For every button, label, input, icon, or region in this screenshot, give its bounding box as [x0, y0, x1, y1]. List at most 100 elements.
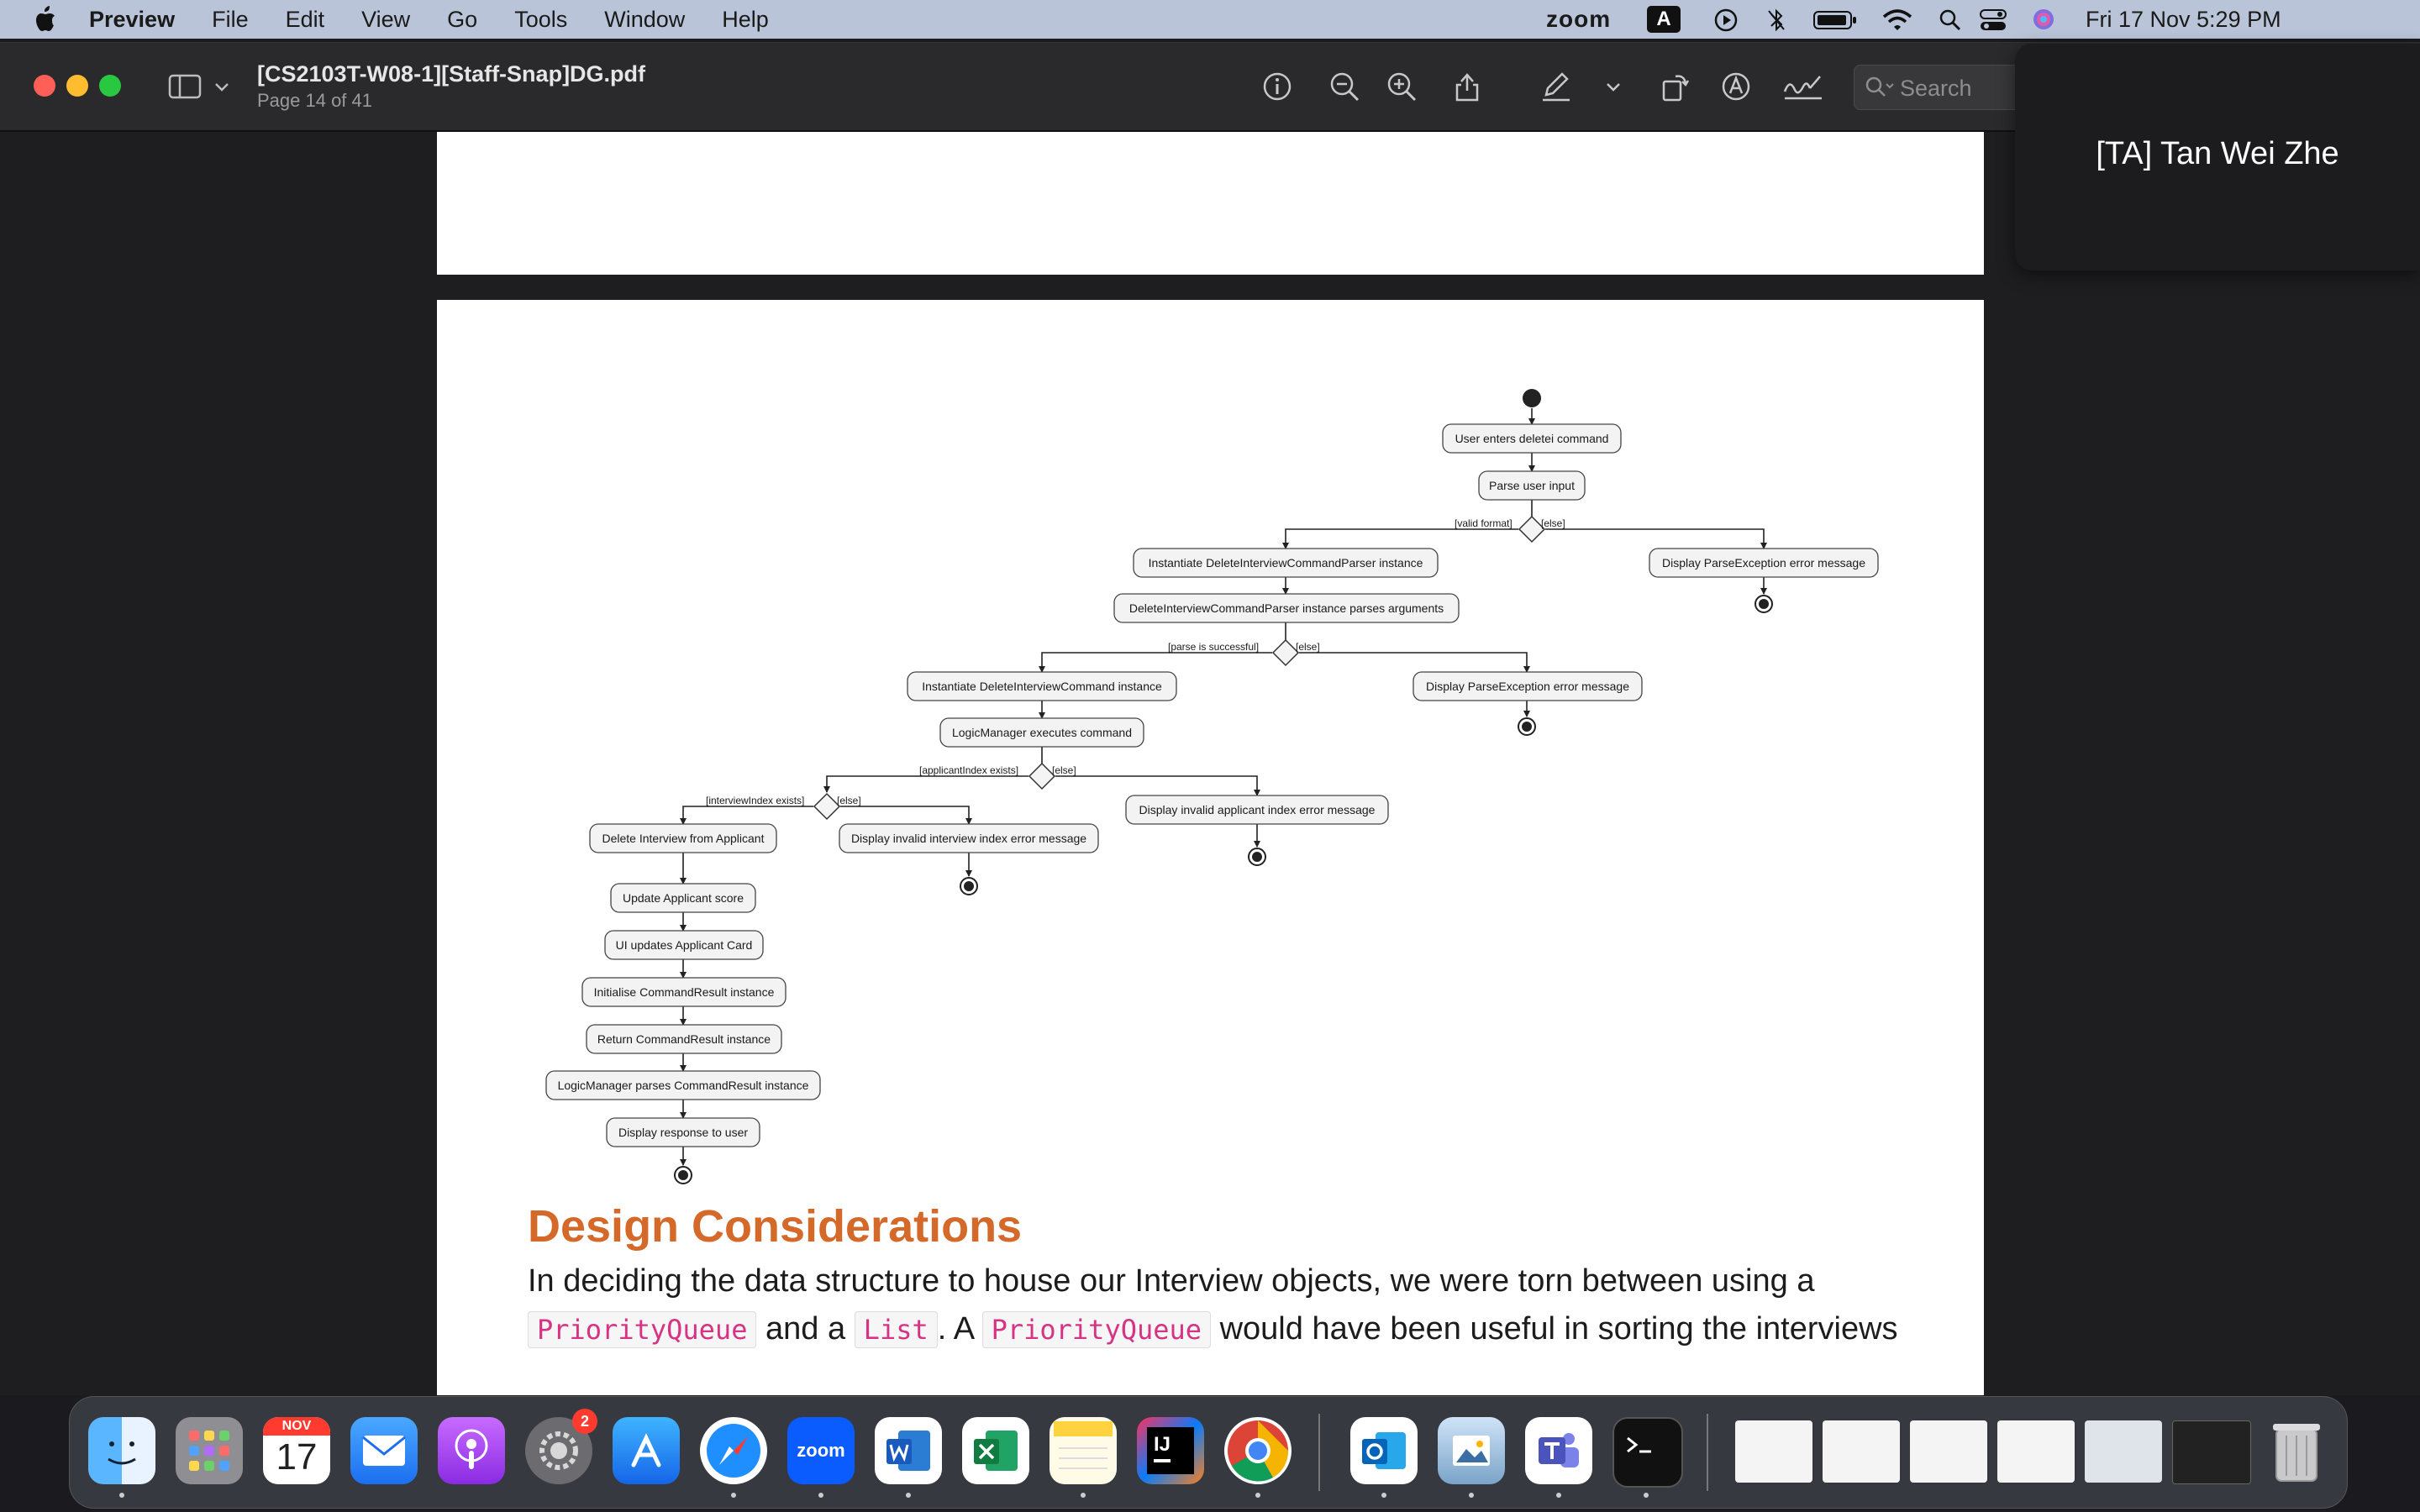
menu-app-preview[interactable]: Preview	[89, 7, 175, 33]
chrome-icon[interactable]	[1224, 1417, 1292, 1484]
spotlight-search-icon[interactable]	[1939, 9, 1961, 31]
node-label: Instantiate DeleteInterviewCommand insta…	[922, 680, 1162, 693]
decision-applicant-index	[1028, 762, 1056, 790]
system-settings-icon[interactable]: 2	[525, 1409, 597, 1484]
para-text: In deciding the data structure to house …	[528, 1263, 1815, 1299]
zoom-participant-overlay[interactable]: [TA] Tan Wei Zhe	[2015, 44, 2420, 270]
para-text: and a	[765, 1311, 846, 1347]
apple-icon[interactable]	[32, 5, 57, 34]
pdf-page-previous	[437, 132, 1984, 275]
menu-help[interactable]: Help	[722, 7, 769, 33]
intellij-glyph: IJ	[1147, 1427, 1194, 1474]
menu-go[interactable]: Go	[447, 7, 477, 33]
siri-icon[interactable]	[2032, 8, 2055, 31]
menubar-clock[interactable]: Fri 17 Nov 5:29 PM	[2086, 0, 2281, 39]
inline-code: PriorityQueue	[528, 1311, 757, 1348]
zoom-out-icon[interactable]	[1328, 70, 1361, 103]
guard-label: [parse is successful]	[1168, 641, 1259, 653]
page-indicator: Page 14 of 41	[257, 90, 373, 111]
guard-label: [valid format]	[1455, 517, 1512, 529]
launchpad-icon[interactable]	[176, 1417, 243, 1484]
guard-label: [else]	[837, 795, 861, 806]
share-icon[interactable]	[1450, 70, 1484, 103]
markup-menu-chevron-icon[interactable]	[1603, 70, 1623, 103]
guard-label: [else]	[1541, 517, 1565, 529]
signature-icon[interactable]	[1781, 70, 1825, 103]
calendar-icon[interactable]: NOV 17	[263, 1417, 330, 1484]
intellij-icon[interactable]: IJ	[1137, 1417, 1204, 1484]
svg-text:IJ: IJ	[1154, 1433, 1171, 1456]
chevron-down-icon[interactable]	[213, 70, 230, 103]
minimized-window-thumbnail[interactable]	[1997, 1420, 2075, 1483]
mail-icon[interactable]	[350, 1417, 418, 1484]
node-label: Update Applicant score	[623, 891, 744, 905]
excel-icon[interactable]	[962, 1417, 1029, 1484]
node-label: Display invalid interview index error me…	[851, 832, 1086, 845]
body-paragraph: In deciding the data structure to house …	[528, 1257, 1923, 1354]
minimized-window-thumbnail[interactable]	[1735, 1420, 1812, 1483]
node-label: DeleteInterviewCommandParser instance pa…	[1129, 601, 1444, 615]
node-label: Parse user input	[1489, 479, 1575, 492]
zoom-app-icon[interactable]: zoom	[787, 1417, 855, 1484]
app-store-icon[interactable]	[613, 1417, 680, 1484]
dock-divider	[1318, 1414, 1320, 1491]
node-label: Return CommandResult instance	[597, 1032, 771, 1046]
preview-app-icon[interactable]	[1438, 1417, 1505, 1484]
menu-edit[interactable]: Edit	[286, 7, 325, 33]
node-label: Delete Interview from Applicant	[602, 832, 765, 845]
control-center-icon[interactable]	[1980, 8, 2007, 33]
minimize-window-button[interactable]	[66, 75, 88, 97]
input-source-indicator[interactable]: A	[1647, 6, 1681, 33]
decision-parse-successful	[1271, 638, 1300, 667]
node-label: Initialise CommandResult instance	[594, 985, 775, 999]
wifi-icon[interactable]	[1882, 8, 1912, 32]
menu-bar: Preview File Edit View Go Tools Window H…	[0, 0, 2420, 39]
teams-icon[interactable]	[1525, 1417, 1592, 1484]
notes-icon[interactable]	[1050, 1417, 1117, 1484]
search-field[interactable]: Search	[1854, 65, 2023, 110]
word-icon[interactable]	[875, 1417, 942, 1484]
zoom-window-button[interactable]	[99, 75, 121, 97]
close-window-button[interactable]	[34, 75, 55, 97]
minimized-window-thumbnail[interactable]	[2085, 1420, 2162, 1483]
podcasts-icon[interactable]	[438, 1417, 505, 1484]
guard-label: [applicantIndex exists]	[919, 764, 1018, 776]
sidebar-toggle-icon[interactable]	[168, 70, 202, 103]
info-icon[interactable]	[1260, 70, 1294, 103]
guard-label: [interviewIndex exists]	[706, 795, 804, 806]
inline-code: List	[854, 1311, 938, 1348]
decision-interview-index	[813, 792, 841, 821]
annotate-icon[interactable]	[1719, 70, 1753, 103]
document-scroll-area[interactable]: User enters deletei command Parse user i…	[0, 132, 2420, 1395]
diagram-start-node	[1523, 389, 1541, 407]
menu-file[interactable]: File	[212, 7, 249, 33]
menu-view[interactable]: View	[361, 7, 410, 33]
zoom-in-icon[interactable]	[1385, 70, 1418, 103]
minimized-window-thumbnail[interactable]	[1823, 1420, 1900, 1483]
node-label: Display invalid applicant index error me…	[1139, 803, 1376, 816]
finder-icon[interactable]	[88, 1417, 155, 1484]
trash-icon[interactable]	[2263, 1417, 2330, 1484]
inline-code: PriorityQueue	[981, 1311, 1212, 1348]
minimized-window-thumbnail[interactable]	[1910, 1420, 1987, 1483]
minimized-window-thumbnail[interactable]	[2172, 1420, 2251, 1484]
document-title: [CS2103T-W08-1][Staff-Snap]DG.pdf	[257, 61, 646, 87]
safari-icon[interactable]	[700, 1417, 767, 1484]
dock-divider	[1707, 1414, 1708, 1491]
node-label: Display response to user	[618, 1126, 748, 1139]
screen-recording-icon[interactable]	[1714, 8, 1738, 32]
battery-icon[interactable]	[1813, 10, 1857, 30]
node-label: User enters deletei command	[1455, 432, 1609, 445]
markup-pen-icon[interactable]	[1539, 70, 1573, 103]
rotate-icon[interactable]	[1659, 70, 1692, 103]
menu-tools[interactable]: Tools	[514, 7, 567, 33]
node-label: Display ParseException error message	[1426, 680, 1629, 693]
activity-diagram: User enters deletei command Parse user i…	[545, 389, 1879, 1184]
para-text: would have been useful in sorting the in…	[1219, 1311, 1898, 1347]
terminal-icon[interactable]	[1612, 1417, 1683, 1488]
guard-label: [else]	[1052, 764, 1076, 776]
zoom-status-item[interactable]: zoom	[1546, 0, 1611, 39]
outlook-icon[interactable]	[1350, 1417, 1418, 1484]
bluetooth-off-icon[interactable]	[1766, 8, 1786, 32]
menu-window[interactable]: Window	[604, 7, 685, 33]
